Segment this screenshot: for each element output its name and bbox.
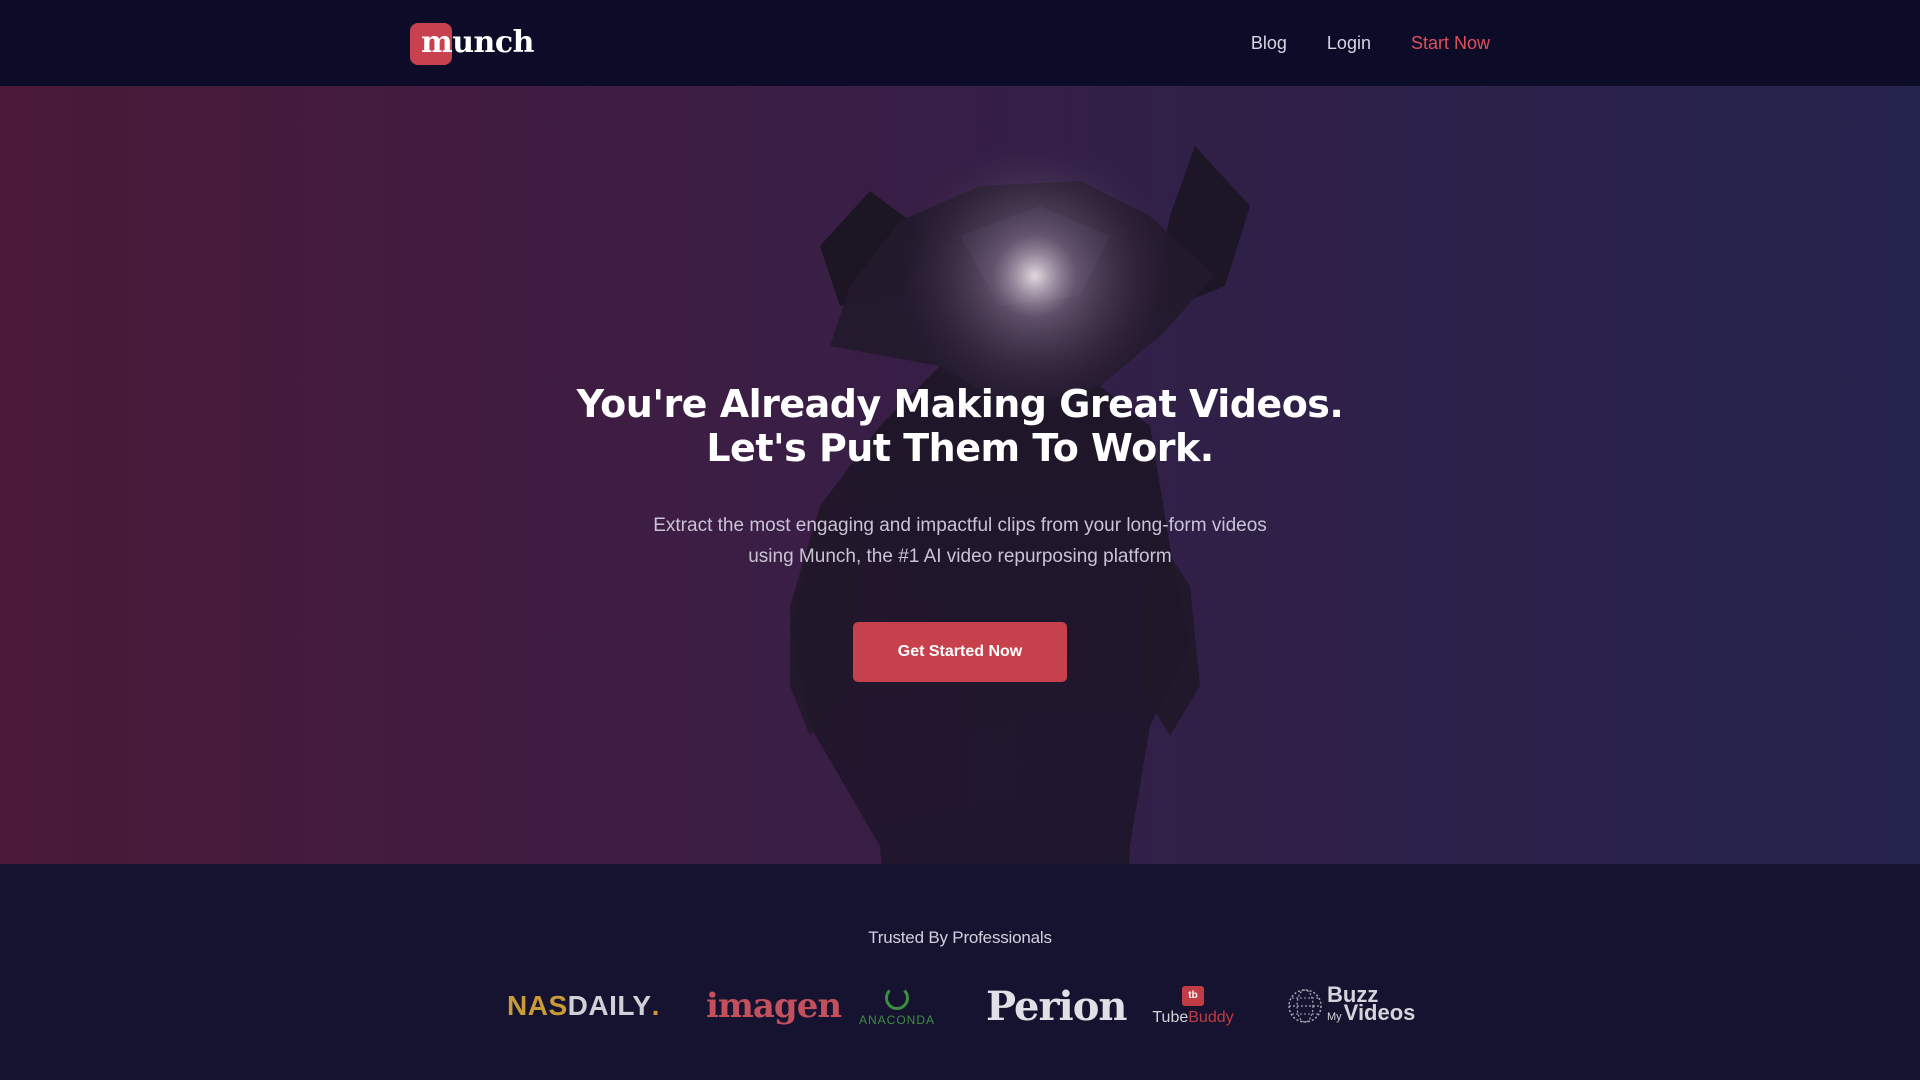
- perion-logo: Perion: [986, 976, 1127, 1036]
- nav-links: Blog Login Start Now: [1251, 0, 1490, 86]
- hero-title: You're Already Making Great Videos. Let'…: [0, 382, 1920, 470]
- hero-content: You're Already Making Great Videos. Let'…: [0, 382, 1920, 682]
- anaconda-ring-icon: [885, 985, 909, 1010]
- hero-title-line-2: Let's Put Them To Work.: [706, 426, 1214, 470]
- anaconda-logo-text: ANACONDA: [858, 1012, 935, 1027]
- tubebuddy-logo-text: TubeBuddy: [1152, 1009, 1233, 1027]
- figure-glow: [895, 136, 1175, 416]
- tubebuddy-icon: tb: [1182, 985, 1204, 1006]
- trusted-title: Trusted By Professionals: [868, 928, 1052, 947]
- imagen-logo: imagen: [706, 976, 842, 1036]
- logo-text: munch: [421, 25, 534, 60]
- buzzmyvideos-logo: Buzz MyVideos: [1287, 976, 1415, 1036]
- nasdaily-logo-part: DAILY: [567, 990, 652, 1021]
- tubebuddy-logo-part: Buddy: [1188, 1008, 1234, 1026]
- tubebuddy-logo-part: Tube: [1152, 1008, 1189, 1026]
- nasdaily-logo-part: .: [651, 990, 660, 1021]
- nasdaily-logo: NAS DAILY.: [507, 976, 660, 1036]
- landing-page: munch Blog Login Start Now You're Alread…: [0, 0, 1920, 1080]
- buzz-logo-my: My: [1327, 1011, 1342, 1023]
- hero-subtitle: Extract the most engaging and impactful …: [653, 515, 1267, 567]
- brand-logos: NAS DAILY. imagen ANACONDA Perion tb Tube…: [0, 976, 1920, 1036]
- nav-login-link[interactable]: Login: [1327, 33, 1371, 54]
- navbar: munch Blog Login Start Now: [0, 0, 1920, 86]
- nasdaily-logo-part: NAS: [507, 990, 568, 1021]
- trusted-section: Trusted By Professionals NAS DAILY. image…: [0, 864, 1920, 1080]
- buzz-logo-text: Buzz MyVideos: [1327, 984, 1415, 1026]
- buzz-logo-videos: Videos: [1343, 1000, 1416, 1025]
- imagen-logo-text: imagen: [706, 986, 842, 1026]
- munch-logo[interactable]: munch: [410, 22, 534, 65]
- get-started-button[interactable]: Get Started Now: [853, 622, 1067, 682]
- nav-start-now-link[interactable]: Start Now: [1411, 33, 1490, 54]
- hero-section: You're Already Making Great Videos. Let'…: [0, 86, 1920, 864]
- hero-title-line-1: You're Already Making Great Videos.: [576, 382, 1344, 426]
- tubebuddy-logo: tb TubeBuddy: [1149, 976, 1237, 1036]
- nav-blog-link[interactable]: Blog: [1251, 33, 1287, 54]
- anaconda-logo: ANACONDA: [856, 976, 938, 1036]
- buzz-logo-part: MyVideos: [1327, 1002, 1415, 1026]
- perion-logo-text: Perion: [986, 982, 1127, 1030]
- buzz-globe-icon: [1288, 989, 1322, 1023]
